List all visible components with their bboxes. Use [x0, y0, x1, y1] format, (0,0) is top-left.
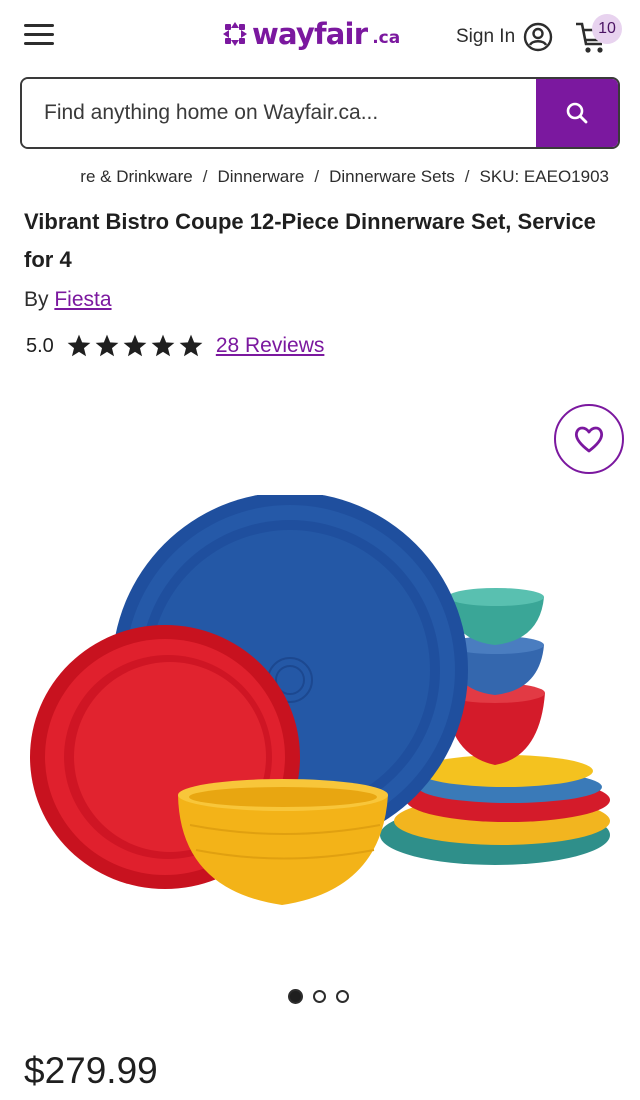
breadcrumb-item-dinnerware-sets[interactable]: Dinnerware Sets: [329, 167, 455, 187]
hamburger-menu-icon: [24, 24, 54, 27]
heart-icon: [574, 426, 604, 453]
carousel-dot-3[interactable]: [336, 990, 349, 1003]
search-input[interactable]: [22, 79, 536, 147]
reviews-link[interactable]: 28 Reviews: [216, 334, 325, 358]
sign-in-button[interactable]: Sign In: [456, 22, 553, 52]
star-icon: [67, 334, 91, 357]
rating-value: 5.0: [26, 334, 54, 357]
search-icon: [566, 102, 588, 124]
breadcrumb-separator: /: [202, 167, 208, 186]
logo-suffix: .ca: [372, 28, 401, 48]
cart-button[interactable]: 10: [574, 14, 624, 56]
wayfair-logo-icon: [223, 22, 247, 46]
product-rating: 5.0 28 Reviews: [26, 330, 324, 362]
wayfair-logo[interactable]: wayfair .ca: [222, 12, 400, 56]
brand-prefix: By: [24, 288, 49, 311]
search-bar: [20, 77, 620, 149]
product-title: Vibrant Bistro Coupe 12-Piece Dinnerware…: [24, 209, 596, 272]
logo-text: wayfair: [252, 17, 368, 51]
breadcrumb-item-dinnerware[interactable]: Dinnerware: [217, 167, 304, 187]
account-icon: [523, 22, 553, 52]
search-button[interactable]: [536, 79, 618, 147]
cart-count-badge: 10: [592, 14, 622, 44]
carousel-dots: [288, 989, 349, 1004]
star-icon: [123, 334, 147, 357]
star-icon: [151, 334, 175, 357]
product-brand: By Fiesta: [24, 288, 112, 312]
carousel-dot-1[interactable]: [288, 989, 303, 1004]
product-price: $279.99: [24, 1050, 158, 1091]
brand-link[interactable]: Fiesta: [54, 288, 111, 311]
menu-button[interactable]: [22, 20, 56, 50]
favorite-button[interactable]: [554, 404, 624, 474]
star-rating: [66, 333, 204, 359]
carousel-dot-2[interactable]: [313, 990, 326, 1003]
product-image[interactable]: [20, 495, 620, 925]
site-header: wayfair .ca Sign In 10: [0, 0, 640, 72]
star-icon: [179, 334, 203, 357]
breadcrumb-separator: /: [464, 167, 470, 186]
breadcrumb-separator: /: [314, 167, 320, 186]
breadcrumb: re & Drinkware / Dinnerware / Dinnerware…: [0, 165, 640, 193]
breadcrumb-sku: SKU: EAEO1903: [479, 167, 609, 186]
breadcrumb-item-drinkware[interactable]: re & Drinkware: [80, 167, 192, 187]
star-icon: [95, 334, 119, 357]
sign-in-label: Sign In: [456, 26, 516, 47]
